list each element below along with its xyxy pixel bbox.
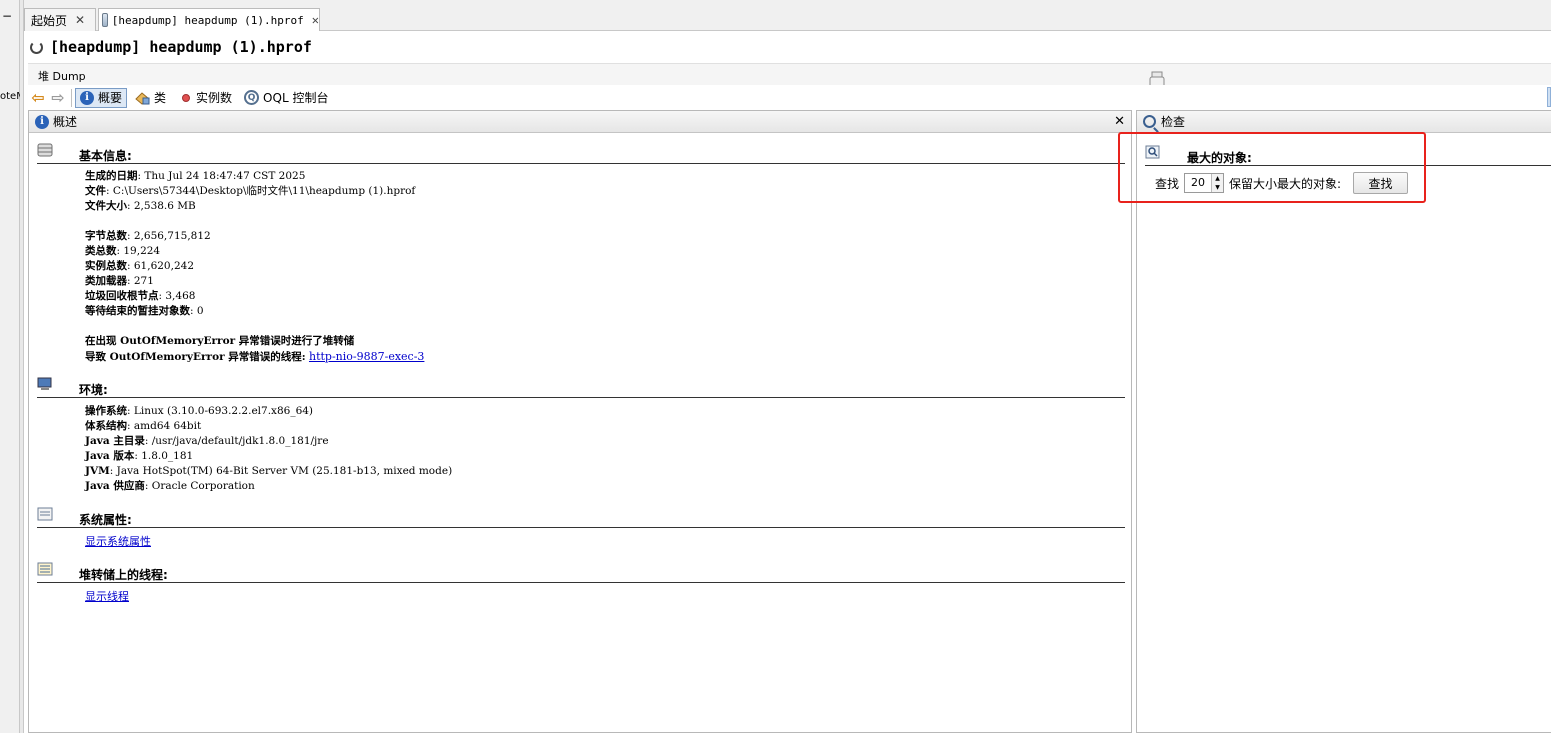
env-value: : Linux (3.10.0-693.2.2.el7.x86_64)	[127, 405, 314, 417]
info-value: : 3,468	[158, 290, 196, 302]
info-value: : Thu Jul 24 18:47:47 CST 2025	[137, 170, 306, 182]
tab-heapdump[interactable]: [heapdump] heapdump (1).hprof ✕	[98, 8, 320, 31]
basic-info-lines: 生成的日期: Thu Jul 24 18:47:47 CST 2025 文件: …	[85, 169, 424, 365]
section-divider	[37, 527, 1125, 528]
show-threads-link[interactable]: 显示线程	[85, 590, 129, 603]
info-value: : 19,224	[116, 245, 161, 257]
left-side-strip: − oteM	[0, 0, 20, 733]
info-label: 实例总数	[85, 260, 127, 272]
oql-label: OQL 控制台	[263, 91, 329, 105]
classes-label: 类	[154, 91, 167, 105]
database-icon	[37, 143, 53, 157]
summary-view-button[interactable]: i 概要	[75, 87, 128, 108]
environment-lines: 操作系统: Linux (3.10.0-693.2.2.el7.x86_64) …	[85, 404, 452, 494]
heapdump-file-icon	[102, 13, 108, 27]
env-label: Java 版本	[85, 450, 135, 462]
classes-view-button[interactable]: 类	[131, 88, 170, 108]
instance-icon	[182, 93, 191, 102]
threads-section: 堆转储上的线程: 显示线程	[37, 562, 1125, 608]
threads-link-row: 显示线程	[85, 589, 129, 605]
splitter[interactable]	[20, 0, 24, 733]
page-title-text: [heapdump] heapdump (1).hprof	[50, 38, 312, 56]
section-heading: 堆转储上的线程:	[79, 568, 168, 582]
summary-label: 概要	[98, 91, 123, 105]
info-value: : 271	[127, 275, 154, 287]
toolbar-overflow-handle[interactable]	[1547, 87, 1551, 107]
section-divider	[37, 582, 1125, 583]
tab-label: [heapdump] heapdump (1).hprof	[111, 13, 304, 27]
tab-start-page[interactable]: 起始页 ✕	[24, 8, 96, 31]
document-icon	[37, 507, 53, 521]
env-label: JVM	[85, 465, 110, 477]
editor-tab-bar: 起始页 ✕ [heapdump] heapdump (1).hprof ✕	[24, 0, 1551, 31]
oql-icon: Q	[244, 90, 260, 105]
environment-section: 环境: 操作系统: Linux (3.10.0-693.2.2.el7.x86_…	[37, 377, 1125, 497]
section-heading: 系统属性:	[79, 513, 132, 527]
heap-dump-label: 堆 Dump	[38, 70, 86, 83]
section-divider	[37, 397, 1125, 398]
panel-title: 概述	[53, 115, 78, 129]
info-label: 文件大小	[85, 200, 127, 212]
info-value: : 0	[190, 305, 204, 317]
info-icon: i	[80, 90, 94, 105]
oom-thread-link[interactable]: http-nio-9887-exec-3	[309, 350, 424, 363]
env-value: : Oracle Corporation	[144, 480, 255, 492]
info-label: 类总数	[85, 245, 117, 257]
close-icon[interactable]: ✕	[312, 13, 319, 27]
show-system-properties-link[interactable]: 显示系统属性	[85, 535, 151, 548]
toolbar-separator	[71, 88, 72, 107]
summary-panel: i 概述 ✕ 基本信息: 生成的日期: Thu Jul 24 18:47:47 …	[28, 110, 1132, 733]
system-properties-section: 系统属性: 显示系统属性	[37, 507, 1125, 553]
instances-view-button[interactable]: 实例数	[174, 88, 236, 108]
instances-label: 实例数	[196, 91, 233, 105]
summary-panel-header: i 概述 ✕	[29, 111, 1131, 133]
clipped-side-label: oteM	[0, 91, 20, 102]
info-label: 等待结束的暂挂对象数	[85, 305, 190, 317]
env-label: 操作系统	[85, 405, 127, 417]
env-value: : /usr/java/default/jdk1.8.0_181/jre	[144, 435, 329, 447]
env-value: : amd64 64bit	[127, 420, 202, 432]
info-value: : C:\Users\57344\Desktop\临时文件\11\heapdum…	[106, 185, 416, 197]
section-heading: 基本信息:	[79, 149, 132, 163]
system-props-link-row: 显示系统属性	[85, 534, 151, 550]
basic-info-section: 基本信息: 生成的日期: Thu Jul 24 18:47:47 CST 202…	[37, 143, 1125, 363]
view-toolbar: ⇦ ⇨ i 概要 类 实例数 Q OQL 控制台	[28, 85, 1551, 110]
inspect-panel-header: 检查	[1137, 111, 1551, 133]
inspect-panel: 检查 最大的对象: 查找 20 ▲ ▼ 保留大小最大的对象: 查找	[1136, 110, 1551, 733]
computer-icon	[37, 377, 52, 390]
section-heading: 环境:	[79, 383, 108, 397]
class-icon	[135, 91, 150, 105]
info-icon: i	[35, 114, 49, 129]
close-icon[interactable]: ✕	[75, 13, 85, 27]
info-label: 类加载器	[85, 275, 127, 287]
oql-console-button[interactable]: Q OQL 控制台	[240, 88, 332, 108]
panel-title: 检查	[1161, 115, 1186, 129]
heap-dump-bar: 堆 Dump	[28, 63, 1551, 85]
section-divider	[37, 163, 1125, 164]
info-value: : 2,656,715,812	[127, 230, 211, 242]
env-label: Java 供应商	[85, 480, 145, 492]
env-label: Java 主目录	[85, 435, 145, 447]
thread-list-icon	[37, 562, 53, 576]
info-value: : 61,620,242	[127, 260, 194, 272]
oom-dump-note: 在出现 OutOfMemoryError 异常错误时进行了堆转储	[85, 335, 355, 347]
env-label: 体系结构	[85, 420, 127, 432]
page-title: [heapdump] heapdump (1).hprof	[30, 38, 312, 56]
env-value: : Java HotSpot(TM) 64-Bit Server VM (25.…	[109, 465, 453, 477]
info-label: 生成的日期	[85, 170, 138, 182]
env-value: : 1.8.0_181	[134, 450, 194, 462]
highlight-annotation-box	[1118, 132, 1426, 203]
info-value: : 2,538.6 MB	[127, 200, 196, 212]
loading-icon	[30, 40, 43, 54]
search-icon	[1143, 115, 1156, 128]
back-arrow-icon[interactable]: ⇦	[28, 88, 48, 107]
forward-arrow-icon[interactable]: ⇨	[48, 88, 68, 107]
close-icon[interactable]: ✕	[1114, 114, 1125, 129]
minimize-icon[interactable]: −	[2, 9, 12, 23]
tab-label: 起始页	[31, 13, 68, 28]
oom-thread-label: 导致 OutOfMemoryError 异常错误的线程:	[85, 351, 306, 363]
info-label: 垃圾回收根节点	[85, 290, 159, 302]
info-label: 字节总数	[85, 230, 127, 242]
info-label: 文件	[85, 185, 106, 197]
